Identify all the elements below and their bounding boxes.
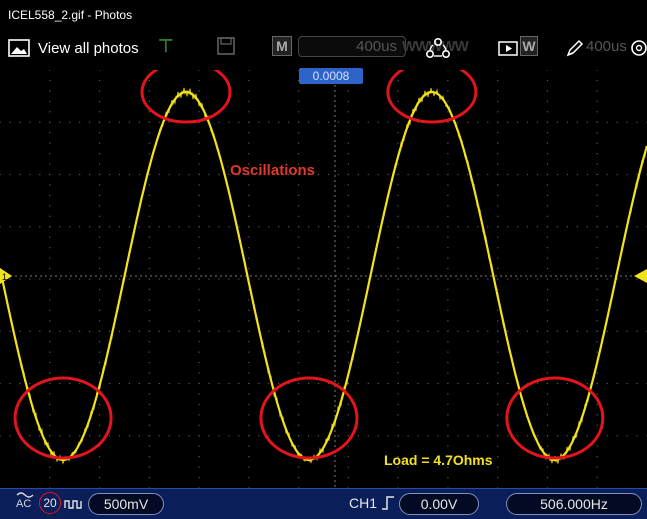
ch1-scale: 500mV <box>88 493 164 515</box>
timebase-value: 400us <box>298 35 406 57</box>
enhance-icon[interactable] <box>628 34 647 62</box>
svg-text:1: 1 <box>2 272 7 282</box>
frequency-readout: 506.000Hz <box>506 493 642 515</box>
window-title: ICEL558_2.gif - Photos <box>8 8 133 22</box>
rising-edge-icon <box>382 496 394 510</box>
timebase-right-display: 400us <box>586 32 627 60</box>
channel-label: CH1 <box>349 495 378 511</box>
probe-wave-icon <box>64 500 82 509</box>
edit-icon[interactable] <box>564 34 586 62</box>
oscillations-annotation: Oscillations <box>230 162 316 179</box>
scope-status-bar: AC 20 500mV CH1 0.00V 506.000Hz <box>0 488 647 519</box>
photo-gallery-icon <box>8 39 30 57</box>
load-annotation: Load = 4.7Ohms <box>384 452 493 468</box>
screen-background <box>0 70 647 488</box>
trigger-level: 0.00V <box>399 493 479 515</box>
coupling-label: AC <box>16 498 32 510</box>
photos-toolbar: View all photos ⊤ M 400us WWWWW W 400us <box>0 30 647 70</box>
mode-letter: M <box>272 36 292 56</box>
bandwidth-limit-badge: 20 <box>39 492 61 514</box>
trigger-icon: ⊤ <box>158 35 174 56</box>
timebase-right-value: 400us <box>586 37 627 55</box>
oscilloscope-screen: 1 <box>0 70 647 488</box>
w-letter: W <box>520 36 538 56</box>
trigger-position-marker: 0.0008 <box>299 68 363 84</box>
acquire-mode: M <box>272 32 292 60</box>
coupling-ac: AC <box>16 491 34 510</box>
timebase-display: 400us <box>298 32 406 60</box>
view-all-photos-label: View all photos <box>38 39 139 57</box>
save-icon <box>216 32 236 60</box>
window-titlebar: ICEL558_2.gif - Photos <box>0 0 647 30</box>
view-all-photos-button[interactable]: View all photos <box>8 35 139 61</box>
slideshow-icon[interactable] <box>498 35 518 63</box>
share-icon[interactable] <box>425 34 451 62</box>
trigger-time-offset: 0.0008 <box>312 69 350 83</box>
scope-toolbar-left: ⊤ <box>158 32 174 60</box>
scope-w-mode: W <box>520 32 538 60</box>
